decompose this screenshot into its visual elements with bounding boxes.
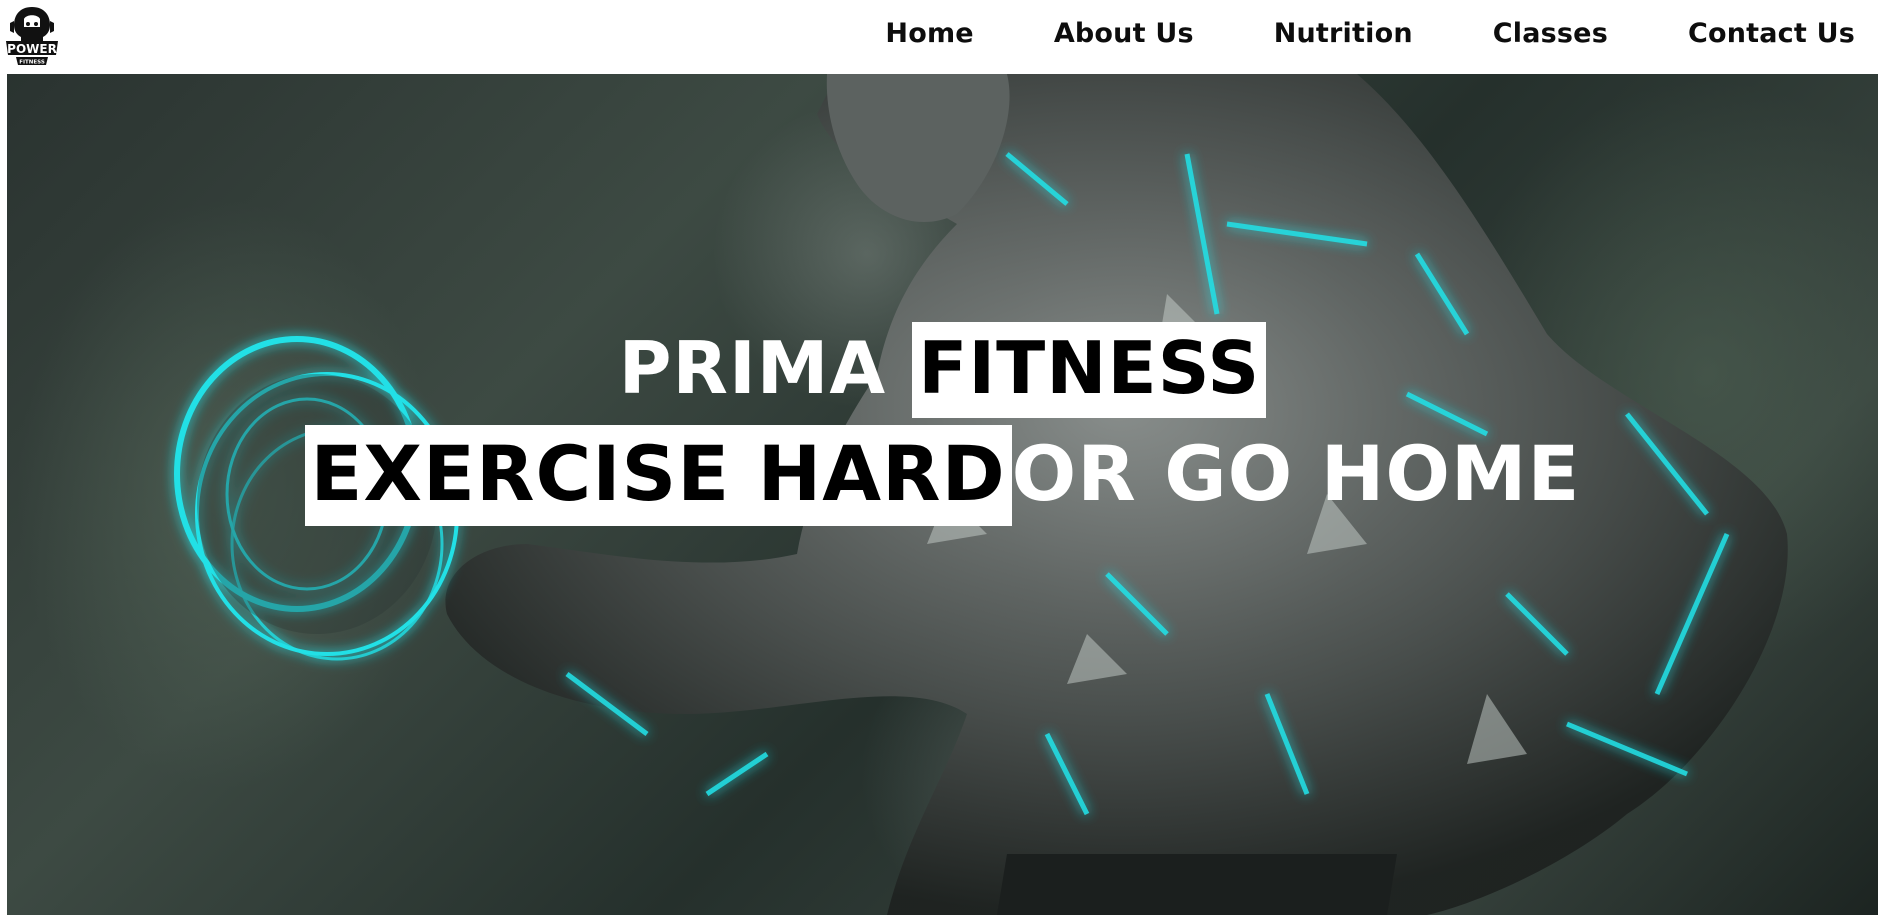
- site-header: POWER FITNESS Home About Us Nutrition Cl…: [0, 0, 1885, 74]
- main-nav: Home About Us Nutrition Classes Contact …: [805, 14, 1855, 53]
- hero-title-prima: PRIMA: [618, 326, 913, 410]
- hero-title-line2: EXERCISE HARDOR GO HOME: [7, 425, 1878, 526]
- hero-banner: PRIMA FITNESS EXERCISE HARDOR GO HOME: [7, 74, 1878, 915]
- logo-text-power: POWER: [7, 42, 57, 56]
- nav-nutrition[interactable]: Nutrition: [1274, 14, 1413, 53]
- hero-title-fitness-highlight: FITNESS: [912, 322, 1267, 418]
- nav-contact-us[interactable]: Contact Us: [1688, 14, 1855, 53]
- hero-title-exercise-hard-highlight: EXERCISE HARD: [304, 425, 1012, 526]
- hero-title-or-go-home: OR GO HOME: [1011, 429, 1581, 518]
- logo-icon: POWER FITNESS: [6, 7, 58, 66]
- page: POWER FITNESS Home About Us Nutrition Cl…: [0, 0, 1885, 915]
- logo-text-fitness: FITNESS: [19, 60, 45, 66]
- nav-home[interactable]: Home: [885, 14, 973, 53]
- power-fitness-logo[interactable]: POWER FITNESS: [4, 3, 60, 69]
- nav-classes[interactable]: Classes: [1493, 14, 1608, 53]
- nav-about-us[interactable]: About Us: [1054, 14, 1194, 53]
- hero-title-line1: PRIMA FITNESS: [7, 322, 1878, 418]
